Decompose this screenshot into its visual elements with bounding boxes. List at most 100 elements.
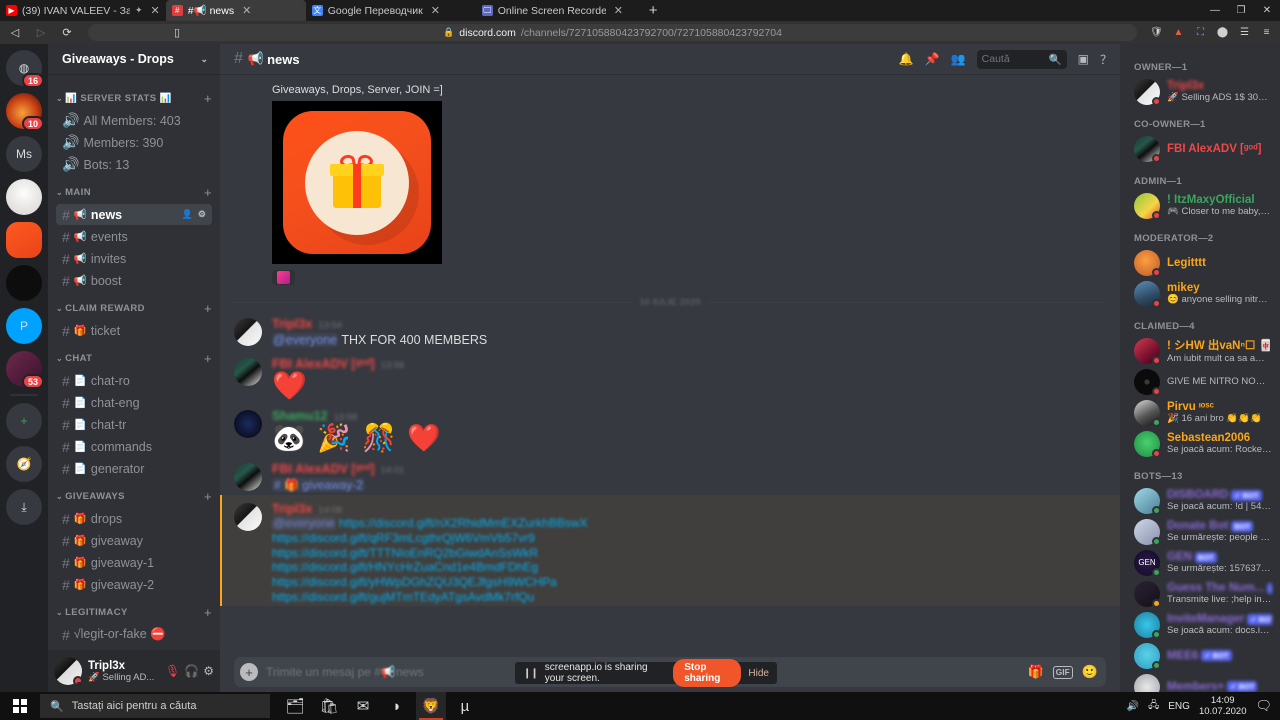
member-list-item[interactable]: Pirvu ᶦᵒˢᶜ 🎉 16 ani bro 👏👏👏 xyxy=(1120,397,1280,428)
member-list-item[interactable]: GIVE ME NITRO NOW OR I W... xyxy=(1120,366,1280,397)
member-list-item[interactable]: ! シHW 出vaNⁿ☐ 🀄 リレAm iubit mult ca sa am … xyxy=(1120,335,1280,366)
browser-menu-icon[interactable]: ≡ xyxy=(1259,25,1274,40)
message-link[interactable]: @everyone https://discord.gift/nX2RhidMm… xyxy=(272,516,1106,531)
sidebar-channel-chat-eng[interactable]: # 📄 chat-eng xyxy=(56,392,212,413)
tab-close-icon[interactable]: ✕ xyxy=(614,4,623,17)
message-link[interactable]: https://discord.gift/yHWpDGhZQU3QEJfgsH9… xyxy=(272,575,1106,590)
taskbar-search-input[interactable]: 🔍 Tastați aici pentru a căuta xyxy=(40,694,270,718)
sidebar-channel-boost[interactable]: # 📢 boost xyxy=(56,270,212,291)
pin-icon[interactable]: 📌 xyxy=(925,52,940,66)
hide-banner-button[interactable]: Hide xyxy=(748,668,769,679)
member-list-item[interactable]: ! ItzMaxyOfficial 🎮 Closer to me baby, I … xyxy=(1120,190,1280,221)
chevron-down-icon[interactable]: ⌄ xyxy=(56,492,63,501)
chevron-down-icon[interactable]: ⌄ xyxy=(56,304,63,313)
browser-tab[interactable]: 🖵 Online Screen Recorder ✕ xyxy=(476,0,641,21)
gift-box-image[interactable] xyxy=(272,101,442,264)
server-giveaways-drops[interactable] xyxy=(6,222,42,258)
inbox-icon[interactable]: ▣ xyxy=(1078,52,1089,66)
tab-mute-icon[interactable]: ✦ xyxy=(135,5,143,16)
tab-close-icon[interactable]: ✕ xyxy=(151,4,160,17)
message-author[interactable]: FBI AlexADV [ᵍᵒᵈ] xyxy=(272,357,375,371)
avatar[interactable] xyxy=(1134,518,1161,546)
chevron-down-icon[interactable]: ⌄ xyxy=(56,608,63,617)
headset-muted-icon[interactable]: 🎧 xyxy=(184,664,199,678)
add-channel-button[interactable]: + xyxy=(204,351,212,366)
member-list-item[interactable]: Sebastean2006Se joacă acum: Rocket Lea..… xyxy=(1120,428,1280,459)
avatar[interactable] xyxy=(1134,337,1161,365)
message-author[interactable]: FBI AlexADV [ᵍᵒᵈ] xyxy=(272,462,375,476)
download-apps-button[interactable]: ⤓ xyxy=(6,489,42,525)
tab-close-icon[interactable]: ✕ xyxy=(242,4,251,17)
member-list-item[interactable]: Members+ ✓ BOT xyxy=(1120,671,1280,692)
address-bar[interactable]: 🔒 discord.com /channels/7271058804237927… xyxy=(88,24,1137,41)
forward-icon[interactable]: ▷ xyxy=(32,24,50,42)
tab-close-icon[interactable]: ✕ xyxy=(431,4,440,17)
sidebar-channel-giveaway-2[interactable]: # 🎁 giveaway-2 xyxy=(56,574,212,595)
chevron-down-icon[interactable]: ⌄ xyxy=(56,354,63,363)
message-link[interactable]: https://discord.gift/TTTNIoEnRQ2bGiwdAnS… xyxy=(272,546,1106,561)
channel-category[interactable]: ⌄ GIVEAWAYS + xyxy=(48,480,220,507)
message-author[interactable]: Tripl3x xyxy=(272,502,312,516)
notifications-icon[interactable]: 🗨 xyxy=(1255,698,1272,714)
avatar[interactable] xyxy=(234,318,262,346)
extension-icon[interactable]: ⬤ xyxy=(1215,25,1230,40)
sidebar-channel-chat-ro[interactable]: # 📄 chat-ro xyxy=(56,370,212,391)
gear-icon[interactable]: ⚙ xyxy=(203,664,214,678)
help-icon[interactable]: ？ xyxy=(1100,51,1112,68)
reader-mode-icon[interactable]: ▯ xyxy=(168,24,186,42)
windows-start-icon[interactable] xyxy=(0,692,40,720)
network-icon[interactable]: 🖧 xyxy=(1148,698,1159,715)
avatar[interactable] xyxy=(1134,368,1161,396)
message-author[interactable]: Shamu12 xyxy=(272,409,328,423)
mic-muted-icon[interactable]: 🎙 xyxy=(165,664,180,678)
search-input[interactable]: Caută 🔍 xyxy=(976,49,1067,69)
member-list-item[interactable]: Donate BotBOTSe urmărește: people type "… xyxy=(1120,516,1280,547)
mail-icon[interactable]: ✉ xyxy=(348,692,378,720)
discord-home[interactable]: ◍ 16 xyxy=(6,50,44,88)
members-icon[interactable]: 👥 xyxy=(951,52,966,66)
server-paypal[interactable]: P xyxy=(6,308,42,344)
sidebar-channel-events[interactable]: # 📢 events xyxy=(56,226,212,247)
explore-servers-button[interactable]: 🧭 xyxy=(6,446,42,482)
reload-icon[interactable]: ⟳ xyxy=(58,24,76,42)
sidebar-channel-proofs[interactable]: #📘proofs xyxy=(56,646,212,651)
maximize-button[interactable]: ❐ xyxy=(1228,0,1254,21)
member-list-item[interactable]: Tripl3x🚀 Selling ADS 1$ 30+JOIN xyxy=(1120,76,1280,107)
server-dark[interactable] xyxy=(6,265,42,301)
office-icon[interactable]: ◗ xyxy=(382,692,412,720)
stop-sharing-button[interactable]: Stop sharing xyxy=(673,659,742,687)
member-list-item[interactable]: Guess The Num...✓ BOTTransmite live: ;he… xyxy=(1120,578,1280,609)
server-group[interactable]: 53 xyxy=(6,351,44,389)
gift-icon[interactable]: 🎁 xyxy=(1027,664,1043,680)
avatar[interactable] xyxy=(1134,430,1161,458)
server-flame[interactable]: 10 xyxy=(6,93,44,131)
file-explorer-icon[interactable]: 🗂 xyxy=(280,692,310,720)
sidebar-channel-giveaway-1[interactable]: # 🎁 giveaway-1 xyxy=(56,552,212,573)
avatar[interactable] xyxy=(234,463,262,492)
member-list-item[interactable]: FBI AlexADV [ᵍᵒᵈ] xyxy=(1120,133,1280,164)
sidebar-channel-chat-tr[interactable]: # 📄 chat-tr xyxy=(56,414,212,435)
guild-header[interactable]: Giveaways - Drops ⌄ xyxy=(48,44,220,74)
message-author[interactable]: Tripl3x xyxy=(272,317,312,331)
channel-category[interactable]: ⌄ 📊 SERVER STATS 📊 + xyxy=(48,82,220,109)
avatar[interactable] xyxy=(1134,280,1161,308)
add-server-button[interactable]: + xyxy=(6,403,42,439)
new-tab-button[interactable]: + xyxy=(641,2,666,21)
member-list-item[interactable]: GEN GENBOTSe urmărește: 157637 MEMBE... xyxy=(1120,547,1280,578)
minimize-button[interactable]: — xyxy=(1202,0,1228,21)
sidebar-channel-news[interactable]: # 📢 news 👤 ⚙ xyxy=(56,204,212,225)
sidebar-channel-giveaway[interactable]: # 🎁 giveaway xyxy=(56,530,212,551)
sidebar-channel-drops[interactable]: # 🎁 drops xyxy=(56,508,212,529)
server-ms[interactable]: Ms xyxy=(6,136,42,172)
sidebar-channel-invites[interactable]: # 📢 invites xyxy=(56,248,212,269)
member-list-item[interactable]: mikey😊 anyone selling nitro for les... xyxy=(1120,278,1280,309)
add-channel-button[interactable]: + xyxy=(204,185,212,200)
close-window-button[interactable]: ✕ xyxy=(1254,0,1280,21)
channel-category[interactable]: ⌄ MAIN + xyxy=(48,176,220,203)
sidebar-channel--legit-or-fake-[interactable]: # √legit-or-fake ⛔ xyxy=(56,624,212,645)
collections-icon[interactable]: ☰ xyxy=(1237,25,1252,40)
avatar[interactable] xyxy=(54,657,83,686)
add-channel-button[interactable]: + xyxy=(204,489,212,504)
avatar[interactable] xyxy=(1134,611,1161,639)
avatar[interactable] xyxy=(1134,78,1161,106)
